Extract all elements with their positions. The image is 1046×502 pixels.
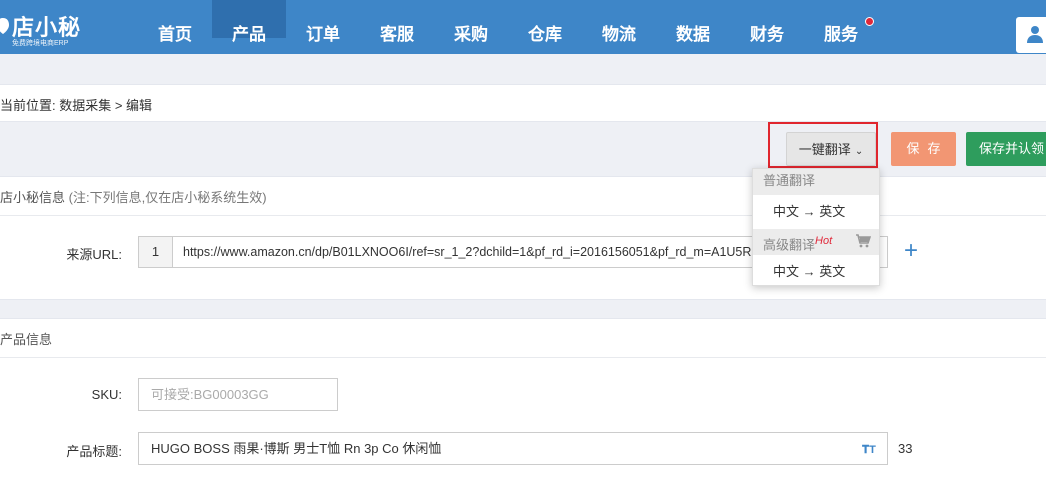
nav-item-purchasing[interactable]: 采购 [434, 0, 508, 44]
nav-item-services[interactable]: 服务 [804, 0, 878, 44]
highlight-annotation-box [768, 122, 878, 168]
user-menu-button[interactable] [1016, 17, 1046, 53]
cart-icon[interactable] [855, 234, 871, 248]
sku-input[interactable]: 可接受:BG00003GG [138, 378, 338, 411]
hot-badge: Hot [815, 235, 833, 247]
nav-item-home[interactable]: 首页 [138, 0, 212, 44]
logo[interactable]: 店小秘 免费跨境电商ERP [0, 8, 110, 48]
url-index-badge: 1 [138, 236, 172, 268]
save-and-claim-button[interactable]: 保存并认领 [966, 132, 1046, 166]
logo-subtitle: 免费跨境电商ERP [12, 40, 69, 47]
save-button[interactable]: 保存 [891, 132, 956, 166]
top-nav-bar: 店小秘 免费跨境电商ERP 首页 产品 订单 客服 采购 仓库 物流 数据 财务… [0, 0, 1046, 54]
divider [0, 215, 1046, 216]
divider [0, 357, 1046, 358]
nav-item-warehouse[interactable]: 仓库 [508, 0, 582, 44]
add-url-icon[interactable]: + [900, 239, 922, 263]
translate-dropdown-menu: 普通翻译 中文 → 英文 高级翻译Hot 中文 → 英文 [752, 168, 880, 286]
sku-label: SKU: [91, 387, 122, 402]
section-title-store-info: 店小秘信息 (注:下列信息,仅在店小秘系统生效) [0, 187, 267, 206]
breadcrumb-bar: 当前位置: 数据采集 > 编辑 [0, 84, 1046, 122]
title-char-count: 33 [898, 441, 913, 456]
product-title-input[interactable]: HUGO BOSS 雨果·博斯 男士T恤 Rn 3p Co 休闲恤 [138, 432, 888, 465]
dropdown-group-basic: 普通翻译 [753, 169, 879, 195]
group-label-basic: 普通翻译 [763, 173, 816, 188]
menu-item-advanced-zh-en[interactable]: 中文 → 英文 [753, 255, 879, 289]
store-info-title: 店小秘信息 [0, 190, 66, 205]
notification-dot [865, 17, 874, 26]
nav-item-finance[interactable]: 财务 [730, 0, 804, 44]
source-url-label: 来源URL: [66, 247, 122, 262]
nav-item-orders[interactable]: 订单 [286, 0, 360, 44]
store-info-note: (注:下列信息,仅在店小秘系统生效) [68, 190, 267, 205]
product-title-label: 产品标题: [66, 444, 122, 459]
nav-item-customer-service[interactable]: 客服 [360, 0, 434, 44]
section-title-product-info: 产品信息 [0, 332, 53, 347]
breadcrumb: 当前位置: 数据采集 > 编辑 [0, 98, 153, 113]
menu-item-basic-zh-en[interactable]: 中文 → 英文 [753, 195, 879, 229]
nav-item-products[interactable]: 产品 [212, 0, 286, 44]
main-nav: 首页 产品 订单 客服 采购 仓库 物流 数据 财务 服务 [138, 0, 878, 54]
text-size-icon[interactable]: 𝐓T [862, 444, 876, 457]
logo-icon [0, 18, 9, 34]
nav-item-logistics[interactable]: 物流 [582, 0, 656, 44]
action-toolbar [0, 124, 1046, 174]
user-icon [1027, 26, 1043, 43]
nav-item-data[interactable]: 数据 [656, 0, 730, 44]
dropdown-group-advanced: 高级翻译Hot [753, 229, 879, 255]
group-label-advanced: 高级翻译 [763, 237, 816, 253]
